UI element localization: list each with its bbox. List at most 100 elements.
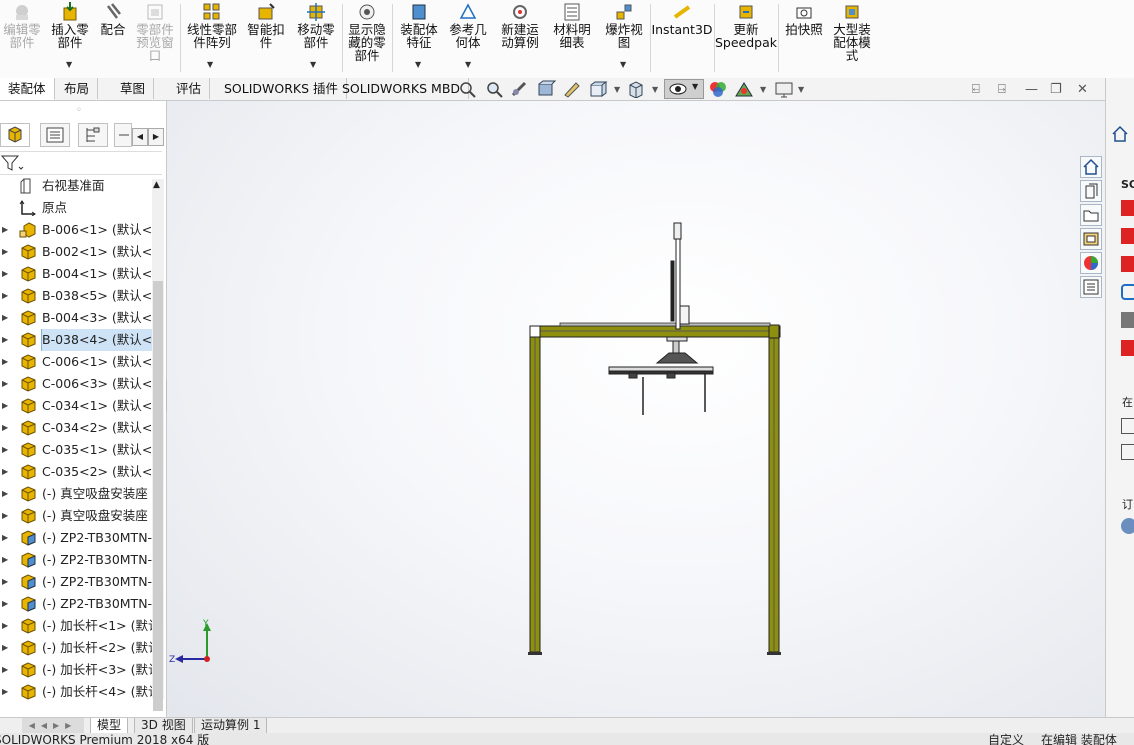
tree-item[interactable]: ▶ B-038<5> (默认<按 bbox=[0, 285, 152, 307]
tab-layout[interactable]: 布局 bbox=[56, 78, 99, 99]
solidworks-resource-icon[interactable] bbox=[1121, 256, 1134, 272]
tree-scrollbar-thumb[interactable] bbox=[153, 281, 163, 711]
previous-view-icon[interactable] bbox=[510, 80, 530, 98]
tab-feature-manager[interactable] bbox=[0, 123, 30, 147]
tab-property-manager[interactable] bbox=[40, 123, 70, 147]
scroll-tabs-right-icon[interactable]: ▶ bbox=[148, 128, 164, 146]
tab-solidworks-addins[interactable]: SOLIDWORKS 插件 bbox=[216, 78, 348, 99]
tree-item[interactable]: ▶ B-004<3> (默认<按 bbox=[0, 307, 152, 329]
home-icon[interactable] bbox=[1110, 124, 1130, 147]
view-palette-icon[interactable] bbox=[1080, 228, 1102, 250]
edit-component-button[interactable]: 编辑零 部件 bbox=[2, 2, 42, 49]
filter-bar[interactable] bbox=[0, 151, 162, 175]
move-component-button[interactable]: 移动零 部件 bbox=[294, 2, 338, 49]
assembly-features-button[interactable]: 装配体 特征 bbox=[396, 2, 442, 49]
solidworks-resource-icon[interactable] bbox=[1121, 200, 1134, 216]
chevron-down-icon[interactable]: ▼ bbox=[798, 85, 804, 94]
component-preview-button[interactable]: 零部件 预览窗 口 bbox=[134, 2, 176, 62]
expand-arrow-icon[interactable]: ▶ bbox=[2, 373, 8, 395]
tree-item[interactable]: ▶ B-006<1> (默认<默 bbox=[0, 219, 152, 241]
expand-arrow-icon[interactable]: ▶ bbox=[2, 439, 8, 461]
expand-arrow-icon[interactable]: ▶ bbox=[2, 285, 8, 307]
view-settings-icon[interactable] bbox=[774, 80, 794, 98]
expand-arrow-icon[interactable]: ▶ bbox=[2, 527, 8, 549]
mate-button[interactable]: 配合 bbox=[98, 2, 128, 36]
expand-arrow-icon[interactable]: ▶ bbox=[2, 219, 8, 241]
dynamic-annotation-icon[interactable] bbox=[562, 80, 582, 98]
expand-arrow-icon[interactable]: ▶ bbox=[2, 461, 8, 483]
hide-show-items-button[interactable]: ▼ bbox=[664, 79, 704, 99]
tab-evaluate[interactable]: 评估 bbox=[168, 78, 211, 99]
smart-fasteners-button[interactable]: 智能扣 件 bbox=[246, 2, 286, 49]
insert-components-button[interactable]: 插入零 部件 bbox=[50, 2, 90, 49]
expand-arrow-icon[interactable]: ▶ bbox=[2, 637, 8, 659]
tree-item[interactable]: ▶ (-) ZP2-TB30MTN-I bbox=[0, 527, 152, 549]
expand-arrow-icon[interactable]: ▶ bbox=[2, 417, 8, 439]
tab-navigation-arrows[interactable]: ◀◀▶▶ bbox=[22, 718, 84, 733]
tree-item[interactable]: ▶ (-) 加长杆<1> (默认 bbox=[0, 615, 152, 637]
resource-link-icon[interactable] bbox=[1121, 418, 1134, 434]
chevron-down-icon[interactable]: ▼ bbox=[760, 85, 766, 94]
chevron-down-icon[interactable]: ▼ bbox=[620, 60, 626, 69]
tab-configuration-manager[interactable] bbox=[78, 123, 108, 147]
expand-arrow-icon[interactable]: ▶ bbox=[2, 329, 8, 351]
tree-item[interactable]: ▶ B-004<1> (默认<按 bbox=[0, 263, 152, 285]
tree-item[interactable]: ▶ (-) 真空吸盘安装座 - bbox=[0, 505, 152, 527]
tab-motion-study[interactable]: 运动算例 1 bbox=[194, 718, 268, 734]
display-style-icon[interactable] bbox=[626, 80, 646, 98]
chevron-down-icon[interactable]: ▼ bbox=[614, 85, 620, 94]
exploded-view-button[interactable]: 爆炸视 图 bbox=[602, 2, 646, 49]
restore-icon[interactable]: ❐ bbox=[1050, 82, 1062, 97]
chevron-down-icon[interactable]: ▼ bbox=[66, 60, 72, 69]
tree-item[interactable]: ▶ C-006<1> (默认<按 bbox=[0, 351, 152, 373]
chevron-down-icon[interactable]: ▼ bbox=[465, 60, 471, 69]
edit-appearance-icon[interactable] bbox=[708, 80, 728, 98]
assembly-model-view[interactable]: Y Z bbox=[167, 101, 1105, 717]
tree-item[interactable]: ▶ (-) 加长杆<3> (默认 bbox=[0, 659, 152, 681]
tree-item[interactable]: ▶ (-) 加长杆<2> (默认 bbox=[0, 637, 152, 659]
tree-item[interactable]: ▶ C-034<1> (默认<按 bbox=[0, 395, 152, 417]
graphics-viewport[interactable]: Y Z bbox=[167, 101, 1105, 717]
tile-right-icon[interactable]: ⍈ bbox=[998, 82, 1006, 97]
update-speedpak-button[interactable]: 更新 Speedpak bbox=[715, 2, 777, 49]
tree-item[interactable]: ▶ (-) ZP2-TB30MTN-I bbox=[0, 593, 152, 615]
expand-arrow-icon[interactable]: ▶ bbox=[2, 549, 8, 571]
chevron-down-icon[interactable]: ▼ bbox=[415, 60, 421, 69]
new-motion-study-button[interactable]: 新建运 动算例 bbox=[498, 2, 542, 49]
apply-scene-icon[interactable] bbox=[734, 80, 754, 98]
resource-link-icon[interactable] bbox=[1121, 340, 1134, 356]
tile-left-icon[interactable]: ⍇ bbox=[972, 82, 980, 97]
chevron-down-icon[interactable]: ▼ bbox=[310, 60, 316, 69]
design-library-icon[interactable] bbox=[1080, 180, 1102, 202]
tab-model[interactable]: 模型 bbox=[90, 718, 129, 734]
customize-label[interactable]: 自定义 bbox=[988, 733, 1024, 745]
chevron-down-icon[interactable]: ▼ bbox=[652, 85, 658, 94]
expand-arrow-icon[interactable]: ▶ bbox=[2, 505, 8, 527]
expand-arrow-icon[interactable]: ▶ bbox=[2, 307, 8, 329]
expand-arrow-icon[interactable]: ▶ bbox=[2, 615, 8, 637]
linear-pattern-button[interactable]: 线性零部 件阵列 bbox=[184, 2, 240, 49]
resource-link-icon[interactable] bbox=[1121, 444, 1134, 460]
expand-arrow-icon[interactable]: ▶ bbox=[2, 263, 8, 285]
show-hidden-components-button[interactable]: 显示隐 藏的零 部件 bbox=[346, 2, 388, 62]
tree-item[interactable]: 右视基准面 bbox=[0, 175, 152, 197]
zoom-to-fit-icon[interactable] bbox=[458, 80, 478, 98]
tab-dimxpert[interactable] bbox=[114, 123, 132, 147]
tab-assembly[interactable]: 装配体 bbox=[0, 78, 55, 100]
tree-item[interactable]: ▶ (-) 真空吸盘安装座 - bbox=[0, 483, 152, 505]
custom-properties-icon[interactable] bbox=[1080, 276, 1102, 298]
snapshot-button[interactable]: 拍快照 bbox=[782, 2, 826, 36]
tree-item[interactable]: ▶ C-035<1> (默认<按 bbox=[0, 439, 152, 461]
expand-arrow-icon[interactable]: ▶ bbox=[2, 351, 8, 373]
zoom-to-area-icon[interactable] bbox=[484, 80, 504, 98]
tree-item[interactable]: ▶ C-035<2> (默认<按 bbox=[0, 461, 152, 483]
home-icon[interactable] bbox=[1080, 156, 1102, 178]
resource-link-icon[interactable] bbox=[1121, 312, 1134, 328]
tree-item[interactable]: ▶ (-) 加长杆<4> (默认 bbox=[0, 681, 152, 703]
expand-arrow-icon[interactable]: ▶ bbox=[2, 593, 8, 615]
tab-solidworks-mbd[interactable]: SOLIDWORKS MBD bbox=[334, 78, 470, 99]
appearances-icon[interactable] bbox=[1080, 252, 1102, 274]
reference-geometry-button[interactable]: 参考几 何体 bbox=[446, 2, 490, 49]
expand-arrow-icon[interactable]: ▶ bbox=[2, 241, 8, 263]
scroll-tabs-left-icon[interactable]: ◀ bbox=[132, 128, 148, 146]
